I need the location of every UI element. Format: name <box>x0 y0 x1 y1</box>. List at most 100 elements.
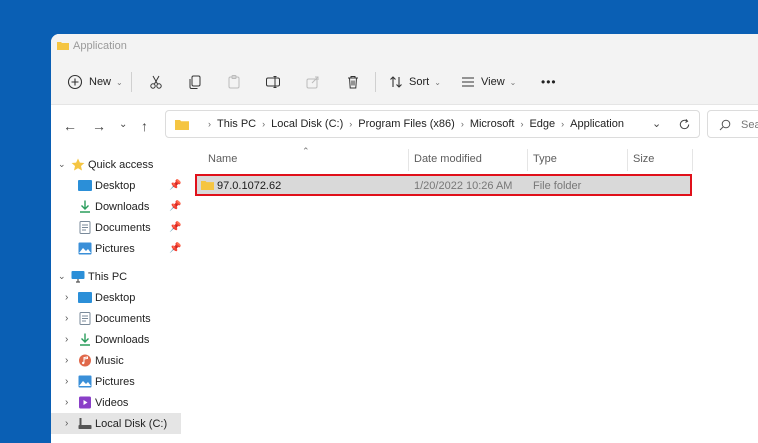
back-arrow-icon[interactable]: ← <box>63 118 77 134</box>
videos-icon <box>79 396 91 409</box>
nav-pc-documents[interactable]: › Documents <box>51 308 181 329</box>
sort-ascending-icon: ⌃ <box>302 146 310 156</box>
column-header-size[interactable]: Size <box>633 153 654 165</box>
nav-label: Desktop <box>95 291 136 304</box>
toolbar-divider <box>375 72 376 92</box>
nav-this-pc[interactable]: ⌄ This PC <box>51 266 181 287</box>
pictures-icon <box>78 242 92 255</box>
nav-pc-downloads[interactable]: › Downloads <box>51 329 181 350</box>
forward-arrow-icon[interactable]: → <box>92 118 106 134</box>
nav-label: Videos <box>95 396 129 409</box>
breadcrumb-edge[interactable]: Edge <box>529 118 555 130</box>
breadcrumb-this-pc[interactable]: This PC <box>217 118 256 130</box>
chevron-right-icon[interactable]: › <box>65 313 68 324</box>
chevron-right-icon[interactable]: › <box>65 397 68 408</box>
file-list: Name ⌃ Date modified Type Size 97.0.1072… <box>192 146 758 443</box>
nav-pc-music[interactable]: › Music <box>51 350 181 371</box>
folder-icon <box>201 181 214 190</box>
column-divider[interactable] <box>627 149 628 171</box>
column-header-date[interactable]: Date modified <box>414 153 482 165</box>
column-header-type[interactable]: Type <box>533 153 557 165</box>
chevron-right-icon[interactable]: › <box>65 376 68 387</box>
nav-label: Local Disk (C:) <box>95 417 168 430</box>
breadcrumb-program-files[interactable]: Program Files (x86) <box>358 118 455 130</box>
search-placeholder: Sea <box>741 119 758 131</box>
chevron-right-icon[interactable]: › <box>65 355 68 366</box>
column-divider[interactable] <box>692 149 693 171</box>
column-divider[interactable] <box>527 149 528 171</box>
nav-pc-desktop[interactable]: › Desktop <box>51 287 181 308</box>
documents-icon <box>79 312 91 325</box>
address-dropdown-icon[interactable]: ⌄ <box>652 117 661 130</box>
pin-icon[interactable]: 📌 <box>169 201 181 212</box>
desktop-folder-icon <box>78 292 92 303</box>
music-icon <box>79 354 91 367</box>
view-label: View <box>481 76 505 88</box>
nav-pc-videos[interactable]: › Videos <box>51 392 181 413</box>
file-name: 97.0.1072.62 <box>217 180 282 192</box>
search-icon <box>719 119 731 131</box>
pin-icon[interactable]: 📌 <box>169 180 181 191</box>
command-bar: New ⌄ Sort ⌄ View ⌄ ••• <box>51 60 758 105</box>
documents-icon <box>79 221 91 234</box>
copy-icon <box>189 75 201 89</box>
breadcrumb-separator-icon: › <box>208 119 211 129</box>
copy-button[interactable] <box>187 70 203 94</box>
nav-quick-desktop[interactable]: Desktop 📌 <box>51 175 181 196</box>
pin-icon[interactable]: 📌 <box>169 243 181 254</box>
clipboard-icon <box>228 75 240 89</box>
title-bar: Application <box>51 34 758 60</box>
breadcrumb-separator-icon: › <box>262 119 266 129</box>
column-header-name[interactable]: Name <box>208 153 237 165</box>
nav-quick-downloads[interactable]: Downloads 📌 <box>51 196 181 217</box>
address-bar[interactable]: › This PC › Local Disk (C:) › Program Fi… <box>165 110 700 138</box>
folder-icon <box>57 42 69 50</box>
nav-pc-local-disk[interactable]: › Local Disk (C:) <box>51 413 181 434</box>
view-button[interactable]: View ⌄ <box>460 70 516 94</box>
table-row[interactable]: 97.0.1072.62 1/20/2022 10:26 AM File fol… <box>195 174 692 196</box>
refresh-icon[interactable] <box>678 118 691 131</box>
chevron-right-icon[interactable]: › <box>65 418 68 429</box>
breadcrumb-local-disk[interactable]: Local Disk (C:) <box>271 118 343 130</box>
nav-label: This PC <box>88 270 128 283</box>
share-button[interactable] <box>305 70 321 94</box>
breadcrumb-separator-icon: › <box>561 119 565 129</box>
nav-quick-documents[interactable]: Documents 📌 <box>51 217 181 238</box>
address-row: ← → ⌄ ↑ › This PC › Local Disk (C:) › Pr… <box>51 105 758 145</box>
nav-pc-pictures[interactable]: › Pictures <box>51 371 181 392</box>
chevron-down-icon[interactable]: ⌄ <box>58 159 66 170</box>
recent-chevron-icon[interactable]: ⌄ <box>119 119 127 130</box>
chevron-right-icon[interactable]: › <box>65 334 68 345</box>
more-options-button[interactable]: ••• <box>541 70 557 94</box>
nav-quick-pictures[interactable]: Pictures 📌 <box>51 238 181 259</box>
file-explorer-window: Application New ⌄ Sort ⌄ View ⌄ ••• ← → … <box>51 34 758 443</box>
pin-icon[interactable]: 📌 <box>169 222 181 233</box>
desktop-folder-icon <box>78 180 92 191</box>
breadcrumb-application[interactable]: Application <box>570 118 624 130</box>
nav-label: Documents <box>95 221 151 234</box>
chevron-right-icon[interactable]: › <box>65 292 68 303</box>
pictures-icon <box>78 375 92 388</box>
chevron-down-icon[interactable]: ⌄ <box>58 271 66 282</box>
delete-button[interactable] <box>345 70 361 94</box>
window-title: Application <box>73 40 127 52</box>
column-divider[interactable] <box>408 149 409 171</box>
nav-label: Music <box>95 354 124 367</box>
rename-button[interactable] <box>265 70 281 94</box>
chevron-down-icon: ⌄ <box>509 77 517 87</box>
cut-button[interactable] <box>148 70 164 94</box>
rename-icon <box>266 76 280 88</box>
up-arrow-icon[interactable]: ↑ <box>141 118 148 134</box>
new-button[interactable]: New ⌄ <box>67 70 123 94</box>
share-icon <box>306 76 319 89</box>
star-icon <box>71 158 85 171</box>
file-date-modified: 1/20/2022 10:26 AM <box>414 180 513 192</box>
paste-button[interactable] <box>226 70 242 94</box>
more-icon: ••• <box>541 75 557 89</box>
sort-button[interactable]: Sort ⌄ <box>388 70 441 94</box>
nav-quick-access[interactable]: ⌄ Quick access <box>51 154 181 175</box>
breadcrumb-microsoft[interactable]: Microsoft <box>470 118 515 130</box>
breadcrumb-separator-icon: › <box>520 119 524 129</box>
search-box[interactable]: Sea <box>707 110 758 138</box>
nav-label: Downloads <box>95 333 150 346</box>
